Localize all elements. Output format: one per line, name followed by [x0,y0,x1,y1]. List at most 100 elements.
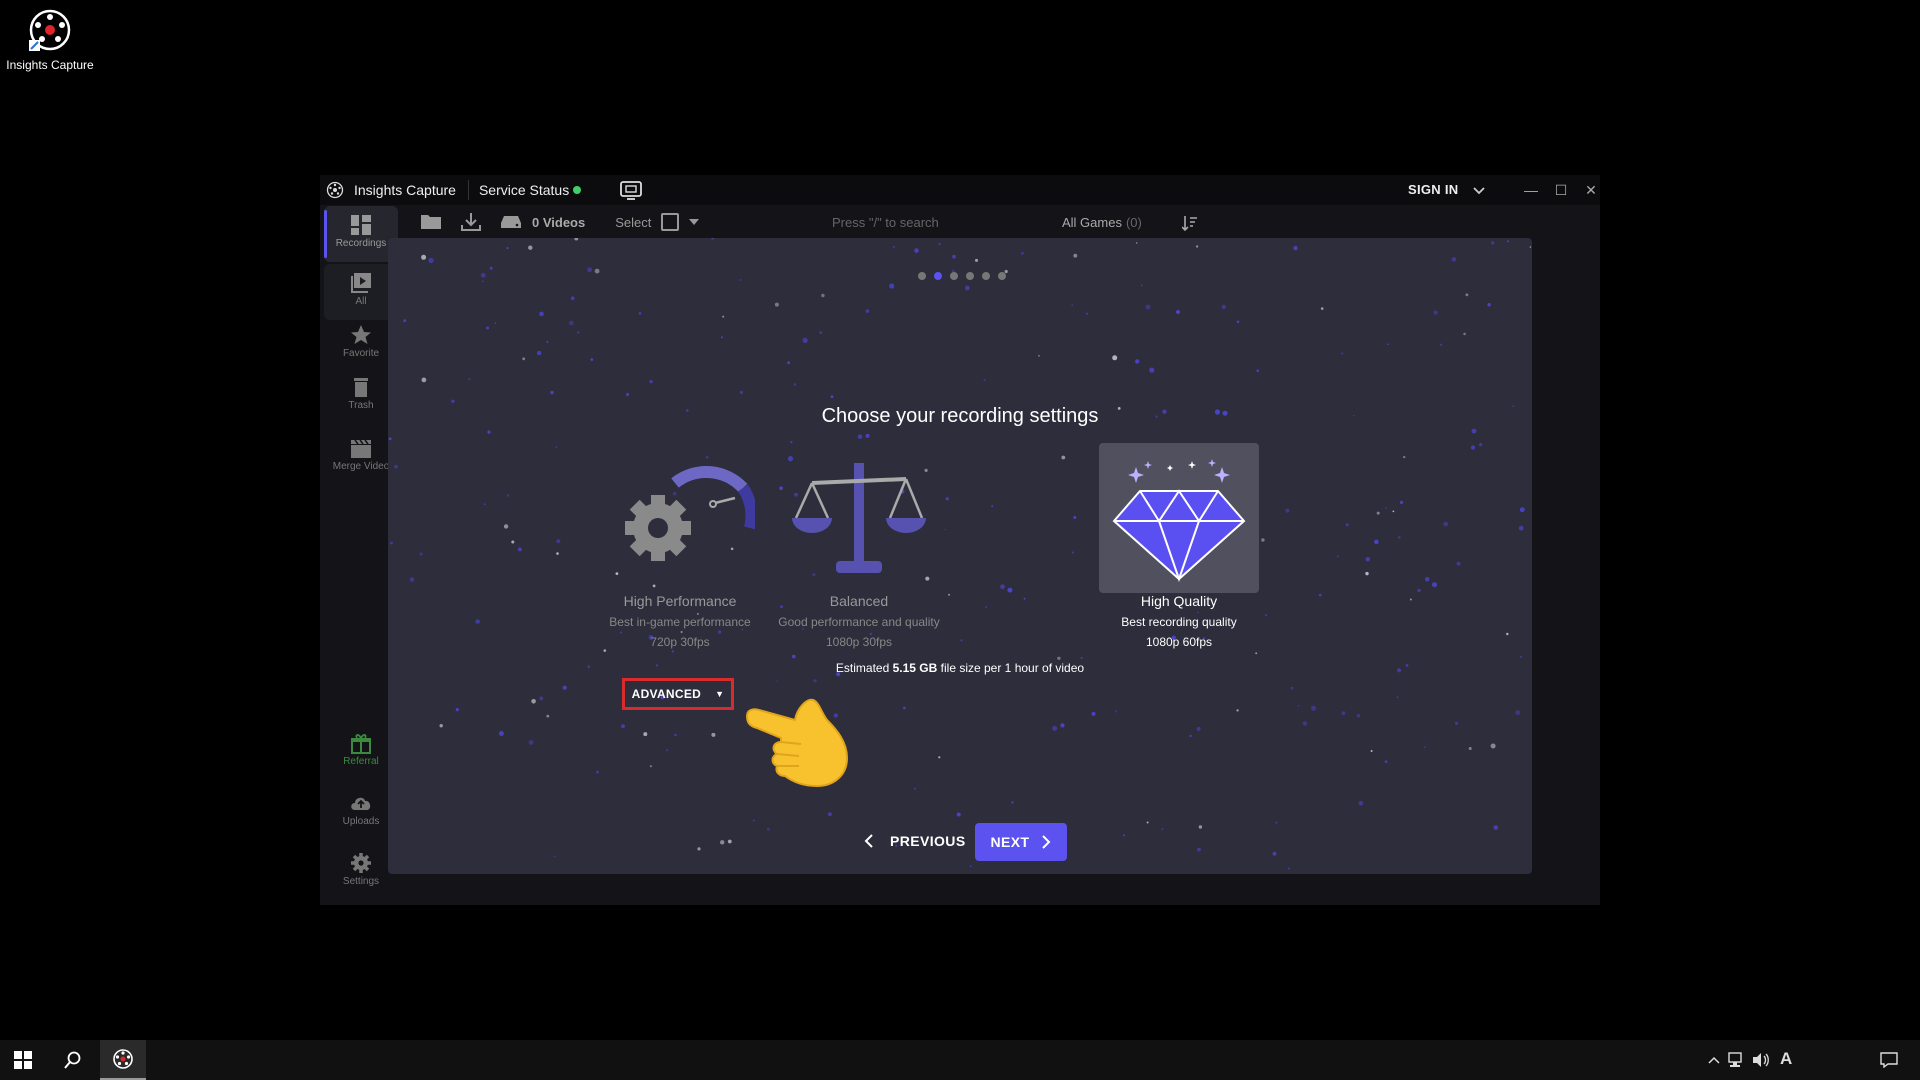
star-dot [793,383,797,386]
sort-icon[interactable] [1182,215,1198,231]
star-dot [1376,511,1380,515]
star-dot [889,283,895,289]
select-label[interactable]: Select [615,215,651,230]
window-title: Insights Capture [354,182,456,198]
step-dot[interactable] [966,272,974,280]
previous-button[interactable]: PREVIOUS [864,823,966,859]
sidebar-item-referral[interactable]: Referral [324,724,398,780]
star-dot [1311,705,1316,711]
starfield-background [388,238,1532,870]
star-dot [1490,743,1496,749]
chevron-down-icon[interactable] [1472,181,1486,199]
app-logo-icon [326,181,344,199]
star-dot [626,392,630,397]
star-dot [1374,539,1379,545]
step-dot[interactable] [918,272,926,280]
option-high-performance[interactable] [600,443,760,593]
option-high-quality[interactable] [1099,443,1259,593]
star-dot [475,619,480,624]
trash-icon [354,378,368,397]
start-button[interactable] [0,1040,46,1080]
star-dot [1507,240,1509,243]
star-dot [1256,369,1260,373]
taskbar-app-insights-capture[interactable] [100,1040,146,1080]
star-dot [720,840,725,845]
taskbar: A [0,1040,1920,1080]
star-dot [574,238,579,241]
star-dot [1085,312,1089,316]
close-button[interactable]: ✕ [1580,179,1602,201]
star-dot [1196,726,1201,732]
star-dot [956,812,961,817]
sidebar-item-label: Merge Video [332,461,390,472]
star-dot [562,685,567,690]
desktop-shortcut-insights-capture[interactable]: Insights Capture [4,8,96,72]
step-indicator [918,272,1014,280]
star-dot [494,322,497,324]
all-games-filter[interactable]: All Games (0) [1062,215,1142,230]
star-dot [1470,445,1476,450]
star-dot [722,315,725,318]
star-dot [498,731,504,736]
star-dot [1479,443,1483,447]
star-dot [587,267,593,273]
star-dot [1493,825,1499,830]
recording-settings-dialog: Choose your recording settings High Perf… [388,238,1532,874]
folder-icon[interactable] [420,213,442,231]
volume-icon[interactable] [1752,1052,1770,1068]
search-button[interactable] [50,1040,96,1080]
minimize-button[interactable]: — [1520,179,1542,201]
star-dot [1365,557,1370,562]
chevron-up-icon[interactable] [1708,1055,1720,1065]
windows-logo-icon [14,1051,32,1069]
search-input[interactable]: Press "/" to search [832,215,939,230]
star-dot [506,494,510,497]
select-all-checkbox[interactable] [661,213,680,231]
next-button[interactable]: NEXT [975,823,1067,861]
star-dot [1221,304,1226,310]
sidebar-item-all[interactable]: All [324,264,398,320]
sidebar-item-trash[interactable]: Trash [324,368,398,424]
star-dot [1341,352,1344,355]
storage-drive-icon [501,216,521,228]
star-dot [1000,584,1005,590]
option-balanced-text[interactable]: Balanced Good performance and quality 10… [749,593,969,649]
star-dot [827,812,832,817]
star-dot [1318,593,1322,597]
sidebar-item-settings[interactable]: Settings [324,844,398,900]
option-high-quality-text[interactable]: High Quality Best recording quality 1080… [1069,593,1289,649]
step-dot[interactable] [998,272,1006,280]
advanced-dropdown-button[interactable]: ADVANCED ▼ [622,678,734,710]
maximize-button[interactable]: ☐ [1550,179,1572,201]
step-dot[interactable] [934,272,942,280]
sidebar-item-recordings[interactable]: Recordings [324,206,398,262]
sidebar-item-uploads[interactable]: Uploads [324,784,398,840]
step-dot[interactable] [982,272,990,280]
step-dot[interactable] [950,272,958,280]
star-dot [577,331,580,334]
sidebar-item-label: Referral [343,756,379,767]
star-dot [952,254,956,259]
option-balanced[interactable] [779,443,939,593]
service-status-indicator [573,186,582,194]
star-dot [1302,721,1308,726]
sign-in-button[interactable]: SIGN IN [1408,182,1459,197]
screen-overlay-icon[interactable] [619,180,643,200]
action-center-icon[interactable] [1880,1052,1898,1068]
download-icon[interactable] [460,212,482,232]
sidebar-item-merge-video[interactable]: Merge Video [324,429,398,485]
star-dot [865,309,870,313]
caret-down-icon[interactable] [689,218,700,226]
star-dot [1417,588,1421,593]
network-icon[interactable] [1728,1052,1746,1068]
title-bar: Insights Capture Service Status SIGN IN … [320,175,1600,205]
star-dot [991,505,994,508]
input-language-indicator[interactable]: A [1780,1049,1792,1069]
sidebar-item-favorite[interactable]: Favorite [324,316,398,372]
star-dot [480,272,486,278]
service-status[interactable]: Service Status [479,182,582,198]
star-dot [1320,307,1324,310]
star-dot [1135,242,1138,244]
star-dot [603,649,607,652]
grid-icon [351,215,371,235]
